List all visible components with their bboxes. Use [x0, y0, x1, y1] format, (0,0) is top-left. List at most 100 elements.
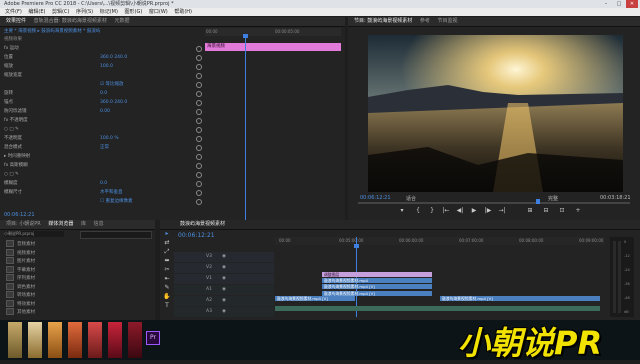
track-header[interactable]: A3 ◉ [174, 307, 274, 317]
eye-icon[interactable]: ◉ [222, 276, 226, 281]
track-header[interactable]: V2 ◉ [174, 263, 274, 273]
reset-icon[interactable] [196, 199, 202, 205]
zoom-level-select[interactable]: 适合 [406, 195, 416, 202]
reset-icon[interactable] [196, 64, 202, 70]
reset-icon[interactable] [196, 172, 202, 178]
eye-icon[interactable]: ◉ [222, 265, 226, 270]
taskbar-app-icon[interactable] [28, 322, 42, 358]
project-item[interactable]: 调色素材 [6, 282, 35, 290]
timeline-timecode[interactable]: 00:06:12:21 [178, 232, 215, 239]
effect-property-label[interactable]: ○ □ ✎ [4, 171, 19, 178]
effect-property-value[interactable]: 360.0 240.0 [100, 54, 127, 61]
effect-property-label[interactable]: ○ □ ✎ [4, 126, 19, 133]
playback-resolution-select[interactable]: 完整 [548, 195, 558, 202]
tab-sequence[interactable]: 鼓浪屿海景视频素材 [180, 221, 225, 227]
reset-icon[interactable] [196, 127, 202, 133]
reset-icon[interactable] [196, 118, 202, 124]
tab-audio-mixer[interactable]: 音轨混合器: 鼓浪屿海景视频素材 [34, 18, 107, 24]
video-clip[interactable]: 鼓浪屿海景视频素材.mp4 [V] [275, 296, 355, 301]
menu-sequence[interactable]: 序列(S) [76, 9, 93, 15]
video-clip[interactable]: 鼓浪屿海景视频素材.mp4 [V] [322, 284, 432, 289]
reset-icon[interactable] [196, 109, 202, 115]
audio-clip[interactable] [275, 306, 600, 311]
tab-program[interactable]: 节目: 鼓浪屿海景视频素材 [354, 18, 412, 24]
effect-playhead-handle[interactable] [243, 34, 248, 38]
reset-icon[interactable] [196, 46, 202, 52]
effect-property-value[interactable]: ☑ 等比缩放 [100, 81, 123, 88]
tool-button[interactable]: ⇤ [162, 275, 172, 282]
close-button[interactable]: ✕ [626, 0, 638, 8]
menu-file[interactable]: 文件(F) [5, 9, 22, 15]
effect-property-value[interactable]: 0.0 [100, 90, 107, 97]
effect-property-value[interactable]: 0.0 [100, 180, 107, 187]
mute-icon[interactable]: ◉ [222, 298, 226, 303]
mute-icon[interactable]: ◉ [222, 287, 226, 292]
taskbar-app-icon[interactable] [68, 322, 82, 358]
effect-controls-header[interactable]: 主要 * 海景视频 ▸ 鼓浪屿海景视频素材 * 鼓浪屿 [4, 28, 100, 34]
project-item[interactable]: 转场素材 [6, 291, 35, 298]
effect-property-label[interactable]: fx 高斯模糊 [4, 162, 28, 169]
reset-icon[interactable] [196, 154, 202, 160]
menu-window[interactable]: 窗口(W) [149, 9, 168, 15]
effect-property-value[interactable]: 正常 [100, 144, 109, 151]
eye-icon[interactable]: ◉ [222, 254, 226, 259]
reset-icon[interactable] [196, 136, 202, 142]
effect-property-label[interactable]: 旋转 [4, 90, 13, 97]
tool-button[interactable]: ⬌ [162, 257, 172, 264]
track-header[interactable]: A2 ◉ [174, 296, 274, 306]
effect-property-label[interactable]: 混合模式 [4, 144, 22, 151]
maximize-button[interactable]: □ [613, 0, 625, 8]
tool-button[interactable]: ▸ [162, 230, 172, 237]
menu-help[interactable]: 帮助(H) [174, 9, 192, 15]
mute-icon[interactable]: ◉ [222, 309, 226, 314]
tab-reference[interactable]: 参考 [420, 18, 430, 24]
effect-property-value[interactable]: 100.0 [100, 63, 113, 70]
adjustment-layer-clip[interactable]: 调整图层 [322, 272, 432, 277]
transport-button[interactable]: |▶ [482, 207, 494, 214]
project-item[interactable]: 图片素材 [6, 257, 35, 264]
taskbar-app-icon[interactable] [48, 322, 62, 358]
reset-icon[interactable] [196, 82, 202, 88]
menu-graphics[interactable]: 图形(G) [125, 9, 143, 15]
menu-marker[interactable]: 标记(M) [100, 9, 118, 15]
program-timecode[interactable]: 00:06:12:21 [360, 195, 391, 201]
project-item[interactable]: 视频素材 [6, 248, 35, 256]
timeline-ruler[interactable]: 00:00 00:05:00:00 00:06:00:00 00:07:00:00 00… [275, 237, 605, 245]
project-item[interactable]: 字幕素材 [6, 265, 35, 273]
project-search-input[interactable] [80, 231, 152, 239]
track-header[interactable]: V3 ◉ [174, 252, 274, 262]
taskbar-app-icon[interactable] [108, 322, 122, 358]
project-item[interactable]: 音频素材 [6, 240, 35, 247]
effect-property-value[interactable]: 0.00 [100, 108, 110, 115]
project-item[interactable]: 序列素材 [6, 274, 35, 281]
transport-button[interactable]: } [426, 207, 438, 214]
reset-icon[interactable] [196, 55, 202, 61]
effect-playhead[interactable] [245, 36, 246, 220]
effect-property-label[interactable]: 不透明度 [4, 135, 22, 142]
premiere-taskbar-icon[interactable]: Pr [146, 331, 160, 345]
tab-libraries[interactable]: 库 [81, 221, 86, 227]
effect-controls-timecode[interactable]: 00:06:12:21 [4, 212, 35, 218]
taskbar-app-icon[interactable] [128, 322, 142, 358]
taskbar-app-icon[interactable] [8, 322, 22, 358]
tool-button[interactable]: ✂ [162, 266, 172, 273]
program-scrub-bar[interactable] [358, 202, 630, 204]
program-video-frame[interactable] [368, 35, 623, 192]
effect-property-label[interactable]: 模糊度 [4, 180, 18, 187]
transport-button[interactable]: |← [440, 207, 452, 214]
program-playhead[interactable] [536, 199, 540, 204]
track-header[interactable]: V1 ◉ [174, 274, 274, 284]
menu-edit[interactable]: 编辑(E) [28, 9, 45, 15]
tool-button[interactable]: ✎ [162, 284, 172, 291]
effect-clip-bar[interactable]: 海景视频 [205, 43, 341, 51]
transport-button[interactable]: ⊞ [524, 207, 536, 214]
tab-info[interactable]: 信息 [94, 221, 104, 227]
reset-icon[interactable] [196, 91, 202, 97]
effect-property-value[interactable]: 100.0 % [100, 135, 119, 142]
reset-icon[interactable] [196, 145, 202, 151]
tab-metadata[interactable]: 元数据 [114, 18, 129, 24]
tab-effect-controls[interactable]: 效果控件 [6, 18, 26, 24]
effect-property-value[interactable]: 水平和垂直 [100, 189, 123, 196]
reset-icon[interactable] [196, 73, 202, 79]
transport-button[interactable]: ⊡ [556, 207, 568, 214]
